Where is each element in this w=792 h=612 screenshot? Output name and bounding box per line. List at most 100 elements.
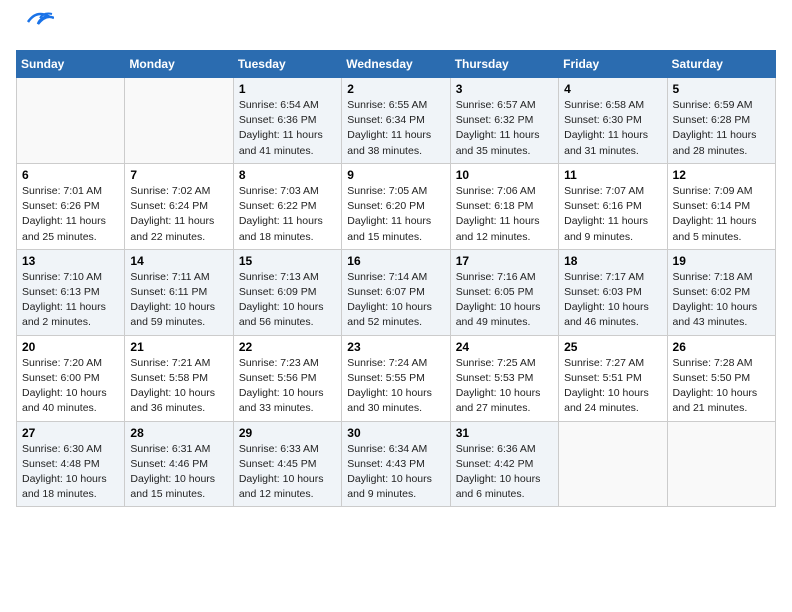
day-info: Sunrise: 7:23 AM Sunset: 5:56 PM Dayligh…: [239, 356, 336, 417]
calendar-cell: 5 Sunrise: 6:59 AM Sunset: 6:28 PM Daylig…: [667, 78, 775, 164]
day-number: 22: [239, 340, 336, 354]
calendar-cell: 21 Sunrise: 7:21 AM Sunset: 5:58 PM Dayli…: [125, 335, 233, 421]
day-number: 15: [239, 254, 336, 268]
day-number: 12: [673, 168, 770, 182]
day-info: Sunrise: 6:55 AM Sunset: 6:34 PM Dayligh…: [347, 98, 444, 159]
calendar-cell: 18 Sunrise: 7:17 AM Sunset: 6:03 PM Dayli…: [559, 249, 667, 335]
calendar-cell: 7 Sunrise: 7:02 AM Sunset: 6:24 PM Daylig…: [125, 163, 233, 249]
day-number: 19: [673, 254, 770, 268]
day-number: 24: [456, 340, 553, 354]
calendar-cell: 25 Sunrise: 7:27 AM Sunset: 5:51 PM Dayli…: [559, 335, 667, 421]
day-number: 27: [22, 426, 119, 440]
calendar-cell: 2 Sunrise: 6:55 AM Sunset: 6:34 PM Daylig…: [342, 78, 450, 164]
day-info: Sunrise: 7:10 AM Sunset: 6:13 PM Dayligh…: [22, 270, 119, 331]
day-number: 20: [22, 340, 119, 354]
day-info: Sunrise: 7:16 AM Sunset: 6:05 PM Dayligh…: [456, 270, 553, 331]
day-info: Sunrise: 7:01 AM Sunset: 6:26 PM Dayligh…: [22, 184, 119, 245]
day-info: Sunrise: 6:57 AM Sunset: 6:32 PM Dayligh…: [456, 98, 553, 159]
day-number: 13: [22, 254, 119, 268]
day-number: 4: [564, 82, 661, 96]
day-info: Sunrise: 7:20 AM Sunset: 6:00 PM Dayligh…: [22, 356, 119, 417]
calendar-cell: 31Sunrise: 6:36 AM Sunset: 4:42 PM Dayli…: [450, 421, 558, 507]
day-info: Sunrise: 7:07 AM Sunset: 6:16 PM Dayligh…: [564, 184, 661, 245]
calendar-cell: 1 Sunrise: 6:54 AM Sunset: 6:36 PM Daylig…: [233, 78, 341, 164]
day-number: 14: [130, 254, 227, 268]
calendar-table: SundayMondayTuesdayWednesdayThursdayFrid…: [16, 50, 776, 507]
calendar-cell: 26Sunrise: 7:28 AM Sunset: 5:50 PM Dayli…: [667, 335, 775, 421]
day-number: 31: [456, 426, 553, 440]
day-number: 16: [347, 254, 444, 268]
day-info: Sunrise: 7:18 AM Sunset: 6:02 PM Dayligh…: [673, 270, 770, 331]
day-number: 11: [564, 168, 661, 182]
day-info: Sunrise: 7:17 AM Sunset: 6:03 PM Dayligh…: [564, 270, 661, 331]
day-number: 6: [22, 168, 119, 182]
day-number: 29: [239, 426, 336, 440]
day-info: Sunrise: 7:25 AM Sunset: 5:53 PM Dayligh…: [456, 356, 553, 417]
day-info: Sunrise: 7:14 AM Sunset: 6:07 PM Dayligh…: [347, 270, 444, 331]
calendar-cell: 11 Sunrise: 7:07 AM Sunset: 6:16 PM Dayli…: [559, 163, 667, 249]
day-info: Sunrise: 7:09 AM Sunset: 6:14 PM Dayligh…: [673, 184, 770, 245]
day-info: Sunrise: 6:59 AM Sunset: 6:28 PM Dayligh…: [673, 98, 770, 159]
calendar-cell: 3 Sunrise: 6:57 AM Sunset: 6:32 PM Daylig…: [450, 78, 558, 164]
day-info: Sunrise: 6:30 AM Sunset: 4:48 PM Dayligh…: [22, 442, 119, 503]
weekday-header: Tuesday: [233, 51, 341, 78]
calendar-cell: 4 Sunrise: 6:58 AM Sunset: 6:30 PM Daylig…: [559, 78, 667, 164]
weekday-header: Wednesday: [342, 51, 450, 78]
day-info: Sunrise: 7:03 AM Sunset: 6:22 PM Dayligh…: [239, 184, 336, 245]
day-number: 18: [564, 254, 661, 268]
day-number: 10: [456, 168, 553, 182]
day-info: Sunrise: 6:58 AM Sunset: 6:30 PM Dayligh…: [564, 98, 661, 159]
day-info: Sunrise: 7:21 AM Sunset: 5:58 PM Dayligh…: [130, 356, 227, 417]
calendar-cell: 15 Sunrise: 7:13 AM Sunset: 6:09 PM Dayli…: [233, 249, 341, 335]
day-number: 17: [456, 254, 553, 268]
day-number: 8: [239, 168, 336, 182]
day-number: 7: [130, 168, 227, 182]
weekday-header: Saturday: [667, 51, 775, 78]
calendar-cell: 10 Sunrise: 7:06 AM Sunset: 6:18 PM Dayli…: [450, 163, 558, 249]
logo: [16, 16, 54, 38]
logo-bird-icon: [18, 8, 54, 36]
calendar-cell: [559, 421, 667, 507]
day-number: 23: [347, 340, 444, 354]
calendar-cell: [125, 78, 233, 164]
day-info: Sunrise: 7:02 AM Sunset: 6:24 PM Dayligh…: [130, 184, 227, 245]
weekday-header: Monday: [125, 51, 233, 78]
day-info: Sunrise: 7:05 AM Sunset: 6:20 PM Dayligh…: [347, 184, 444, 245]
day-number: 5: [673, 82, 770, 96]
day-info: Sunrise: 6:54 AM Sunset: 6:36 PM Dayligh…: [239, 98, 336, 159]
day-info: Sunrise: 7:28 AM Sunset: 5:50 PM Dayligh…: [673, 356, 770, 417]
calendar-cell: 13 Sunrise: 7:10 AM Sunset: 6:13 PM Dayli…: [17, 249, 125, 335]
weekday-header: Thursday: [450, 51, 558, 78]
day-info: Sunrise: 7:24 AM Sunset: 5:55 PM Dayligh…: [347, 356, 444, 417]
day-number: 28: [130, 426, 227, 440]
day-info: Sunrise: 6:34 AM Sunset: 4:43 PM Dayligh…: [347, 442, 444, 503]
calendar-cell: 9 Sunrise: 7:05 AM Sunset: 6:20 PM Daylig…: [342, 163, 450, 249]
day-number: 30: [347, 426, 444, 440]
day-number: 1: [239, 82, 336, 96]
day-info: Sunrise: 7:27 AM Sunset: 5:51 PM Dayligh…: [564, 356, 661, 417]
calendar-cell: 30 Sunrise: 6:34 AM Sunset: 4:43 PM Dayli…: [342, 421, 450, 507]
calendar-header: SundayMondayTuesdayWednesdayThursdayFrid…: [17, 51, 776, 78]
calendar-cell: 28Sunrise: 6:31 AM Sunset: 4:46 PM Dayli…: [125, 421, 233, 507]
calendar-cell: 16 Sunrise: 7:14 AM Sunset: 6:07 PM Dayli…: [342, 249, 450, 335]
calendar-cell: [667, 421, 775, 507]
calendar-cell: 24 Sunrise: 7:25 AM Sunset: 5:53 PM Dayli…: [450, 335, 558, 421]
calendar-cell: [17, 78, 125, 164]
day-number: 3: [456, 82, 553, 96]
page-header: [16, 16, 776, 38]
day-number: 25: [564, 340, 661, 354]
day-info: Sunrise: 7:13 AM Sunset: 6:09 PM Dayligh…: [239, 270, 336, 331]
weekday-header: Friday: [559, 51, 667, 78]
day-number: 21: [130, 340, 227, 354]
calendar-cell: 23 Sunrise: 7:24 AM Sunset: 5:55 PM Dayli…: [342, 335, 450, 421]
calendar-cell: 29 Sunrise: 6:33 AM Sunset: 4:45 PM Dayli…: [233, 421, 341, 507]
day-number: 2: [347, 82, 444, 96]
weekday-header: Sunday: [17, 51, 125, 78]
calendar-cell: 27 Sunrise: 6:30 AM Sunset: 4:48 PM Dayli…: [17, 421, 125, 507]
calendar-cell: 8 Sunrise: 7:03 AM Sunset: 6:22 PM Daylig…: [233, 163, 341, 249]
calendar-cell: 12 Sunrise: 7:09 AM Sunset: 6:14 PM Dayli…: [667, 163, 775, 249]
calendar-cell: 17 Sunrise: 7:16 AM Sunset: 6:05 PM Dayli…: [450, 249, 558, 335]
day-number: 9: [347, 168, 444, 182]
day-info: Sunrise: 7:06 AM Sunset: 6:18 PM Dayligh…: [456, 184, 553, 245]
day-info: Sunrise: 6:33 AM Sunset: 4:45 PM Dayligh…: [239, 442, 336, 503]
